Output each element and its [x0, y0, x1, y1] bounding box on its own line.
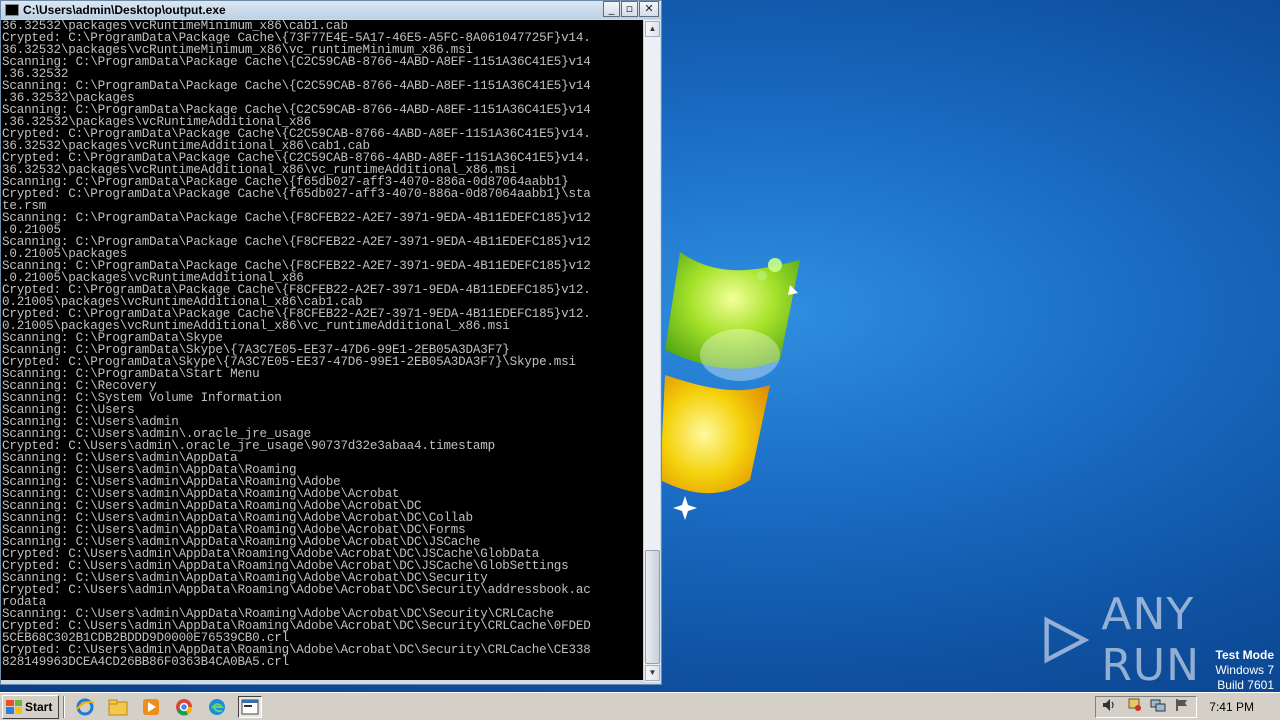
system-tray: 7:41 PM — [1095, 694, 1280, 720]
scroll-up-arrow-icon[interactable]: ▲ — [645, 21, 660, 37]
console-line: Crypted: C:\Users\admin\AppData\Roaming\… — [2, 583, 591, 597]
console-line: Crypted: C:\ProgramData\Package Cache\{f… — [2, 187, 591, 201]
window-titlebar[interactable]: C:\Users\admin\Desktop\output.exe _ ▫ ✕ — [1, 1, 661, 19]
flag-icon[interactable] — [1174, 698, 1190, 717]
volume-icon[interactable] — [1102, 698, 1118, 717]
ie-icon[interactable] — [73, 696, 97, 718]
notification-area — [1095, 696, 1198, 718]
taskbar-separator — [63, 695, 66, 718]
test-mode-label: Test Mode — [1215, 648, 1274, 662]
console-window[interactable]: C:\Users\admin\Desktop\output.exe _ ▫ ✕ … — [0, 0, 662, 685]
taskbar: Start 7:41 PM — [0, 692, 1280, 720]
scrollbar-thumb[interactable] — [645, 550, 660, 664]
minimize-button[interactable]: _ — [603, 1, 620, 17]
close-button[interactable]: ✕ — [639, 1, 659, 17]
start-button[interactable]: Start — [2, 694, 60, 719]
explorer-icon[interactable] — [106, 696, 130, 718]
play-logo-icon — [1044, 616, 1090, 664]
media-player-icon[interactable] — [139, 696, 163, 718]
console-line: Scanning: C:\ProgramData\Package Cache\{… — [2, 55, 591, 69]
start-label: Start — [25, 699, 53, 714]
windows-logo — [660, 252, 800, 520]
build-label: Build 7601 — [1217, 678, 1274, 692]
console-line: 828149963DCEA4CD26BB86F0363B4CA0BA5.crl — [2, 655, 289, 669]
window-title: C:\Users\admin\Desktop\output.exe — [23, 3, 226, 17]
window-controls: _ ▫ ✕ — [603, 1, 659, 17]
network-icon[interactable] — [1150, 698, 1166, 717]
quick-launch — [73, 695, 263, 718]
edge-icon[interactable] — [205, 696, 229, 718]
windows-flag-icon — [6, 699, 22, 714]
console-output[interactable]: 36.32532\packages\vcRuntimeMinimum_x86\c… — [1, 20, 643, 680]
chrome-icon[interactable] — [172, 696, 196, 718]
test-mode-notice: Test Mode Windows 7 Build 7601 — [1215, 648, 1274, 692]
maximize-button[interactable]: ▫ — [621, 1, 638, 17]
vertical-scrollbar[interactable]: ▲ ▼ — [643, 20, 660, 682]
action-center-icon[interactable] — [1126, 698, 1142, 717]
scroll-down-arrow-icon[interactable]: ▼ — [645, 665, 660, 681]
console-line: Scanning: C:\ProgramData\Package Cache\{… — [2, 211, 591, 225]
console-icon[interactable] — [238, 695, 263, 718]
console-app-icon[interactable] — [5, 4, 19, 16]
os-version-label: Windows 7 — [1215, 663, 1274, 677]
clock[interactable]: 7:41 PM — [1209, 700, 1254, 714]
